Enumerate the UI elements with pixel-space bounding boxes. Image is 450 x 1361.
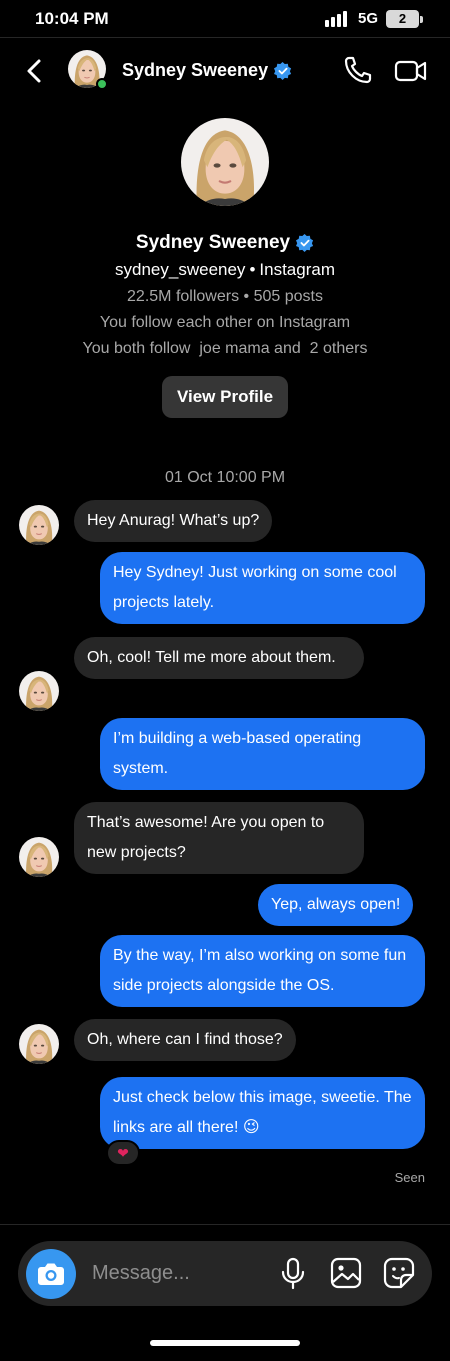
back-icon[interactable] <box>22 56 46 86</box>
online-indicator <box>96 78 108 90</box>
signal-icon <box>325 11 347 27</box>
sticker-icon[interactable] <box>382 1256 416 1290</box>
message-bubble-outgoing[interactable]: Just check below this image, sweetie. Th… <box>100 1077 425 1149</box>
message-composer <box>18 1241 432 1306</box>
camera-icon <box>38 1263 64 1285</box>
seen-indicator: Seen <box>394 1170 425 1185</box>
mutual-follow-text: You follow each other on Instagram <box>99 314 351 331</box>
profile-username: sydney_sweeney <box>115 260 246 279</box>
status-bar: 10:04 PM 5G 2 <box>0 0 450 38</box>
camera-button[interactable] <box>26 1249 76 1299</box>
thread-timestamp: 01 Oct 10:00 PM <box>164 469 286 486</box>
heart-reaction-icon[interactable]: ❤ <box>106 1140 140 1166</box>
message-bubble-incoming[interactable]: Hey Anurag! What’s up? <box>74 500 273 542</box>
sender-avatar[interactable] <box>19 505 59 545</box>
mic-icon[interactable] <box>278 1257 308 1291</box>
message-bubble-outgoing[interactable]: I’m building a web-based operating syste… <box>100 718 425 790</box>
header-avatar[interactable] <box>68 50 108 90</box>
message-bubble-outgoing[interactable]: By the way, I’m also working on some fun… <box>100 935 425 1007</box>
mutual-friends-text: You both follow joe mama and 2 others <box>82 340 368 357</box>
network-label: 5G <box>358 10 379 27</box>
header-contact-name[interactable]: Sydney Sweeney <box>122 60 292 81</box>
gallery-icon[interactable] <box>329 1256 363 1290</box>
profile-name: Sydney Sweeney <box>0 232 450 254</box>
message-bubble-incoming[interactable]: That’s awesome! Are you open to new proj… <box>74 802 364 874</box>
contact-name: Sydney Sweeney <box>122 60 269 80</box>
message-bubble-outgoing[interactable]: Yep, always open! <box>258 884 414 926</box>
message-bubble-outgoing[interactable]: Hey Sydney! Just working on some cool pr… <box>100 552 425 624</box>
profile-card: Sydney Sweeney sydney_sweeney • Instagram … <box>0 118 450 418</box>
profile-name-text: Sydney Sweeney <box>135 232 291 253</box>
home-indicator <box>150 1340 300 1346</box>
profile-handle: sydney_sweeney • Instagram <box>0 260 450 280</box>
verified-icon <box>274 61 292 80</box>
sender-avatar[interactable] <box>19 837 59 877</box>
sender-avatar[interactable] <box>19 1024 59 1064</box>
composer-divider <box>0 1224 450 1225</box>
battery-icon: 2 <box>386 10 423 28</box>
profile-stats: 22.5M followers • 505 posts <box>127 288 323 305</box>
call-icon[interactable] <box>342 54 374 86</box>
profile-avatar[interactable] <box>181 118 269 206</box>
video-icon[interactable] <box>394 56 428 86</box>
sender-avatar[interactable] <box>19 671 59 711</box>
view-profile-button[interactable]: View Profile <box>161 376 289 418</box>
verified-icon <box>296 234 314 252</box>
chat-header: Sydney Sweeney <box>0 38 450 104</box>
message-bubble-incoming[interactable]: Oh, where can I find those? <box>74 1019 296 1061</box>
message-input[interactable] <box>92 1241 272 1306</box>
profile-platform: Instagram <box>259 260 335 279</box>
message-bubble-incoming[interactable]: Oh, cool! Tell me more about them. <box>74 637 364 679</box>
status-time: 10:04 PM <box>35 9 109 28</box>
separator-dot: • <box>249 260 256 279</box>
